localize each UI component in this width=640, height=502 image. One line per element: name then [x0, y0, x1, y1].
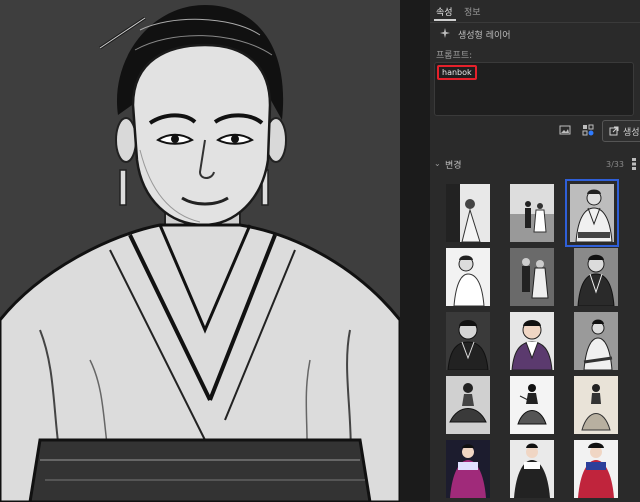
- generative-layer-row[interactable]: 생성형 레이어: [430, 24, 640, 42]
- panel-divider: [400, 0, 430, 502]
- variation-thumbnail[interactable]: [574, 376, 618, 434]
- generative-layer-label: 생성형 레이어: [458, 31, 511, 41]
- variation-thumbnail-selected[interactable]: [565, 179, 619, 247]
- variation-thumbnail[interactable]: [510, 184, 554, 242]
- variation-thumbnail[interactable]: [510, 376, 554, 434]
- open-external-icon: [609, 126, 619, 136]
- variation-thumbnail[interactable]: [446, 376, 490, 434]
- variation-thumbnail[interactable]: [574, 312, 618, 370]
- generate-label: 생성: [623, 128, 640, 138]
- variation-thumbnail[interactable]: [574, 440, 618, 498]
- chevron-down-icon[interactable]: ⌄: [434, 159, 441, 168]
- variation-thumbnail[interactable]: [510, 248, 554, 306]
- style-reference-icon[interactable]: [582, 124, 594, 136]
- panel-tabs: 속성 정보: [430, 0, 640, 23]
- variation-thumbnail[interactable]: [446, 312, 490, 370]
- tab-active-indicator: [434, 19, 456, 21]
- variation-thumbnail[interactable]: [574, 248, 618, 306]
- variation-thumbnail[interactable]: [446, 248, 490, 306]
- variation-thumbnail[interactable]: [446, 440, 490, 498]
- prompt-label: 프롬프트:: [436, 51, 473, 61]
- canvas-image[interactable]: [0, 0, 400, 502]
- image-reference-icon[interactable]: [559, 124, 571, 136]
- portrait-illustration: [0, 0, 400, 502]
- tab-properties[interactable]: 속성: [436, 5, 453, 18]
- variations-title: 변경: [445, 161, 462, 171]
- variation-thumbnail[interactable]: [510, 312, 554, 370]
- more-options-icon[interactable]: [632, 158, 636, 170]
- variation-thumbnail[interactable]: [510, 440, 554, 498]
- variations-count: 3/33: [606, 160, 624, 169]
- generate-button[interactable]: 생성: [602, 120, 640, 142]
- variation-thumbnail[interactable]: [446, 184, 490, 242]
- tab-info[interactable]: 정보: [464, 5, 481, 18]
- variations-header[interactable]: ⌄ 변경 3/33: [430, 156, 640, 172]
- prompt-input[interactable]: hanbok: [434, 62, 634, 116]
- sparkle-icon: [440, 28, 450, 38]
- properties-panel: 속성 정보 생성형 레이어 프롬프트: hanbok 생성 ⌄ 변경 3/33: [430, 0, 640, 502]
- prompt-value: hanbok: [437, 65, 477, 80]
